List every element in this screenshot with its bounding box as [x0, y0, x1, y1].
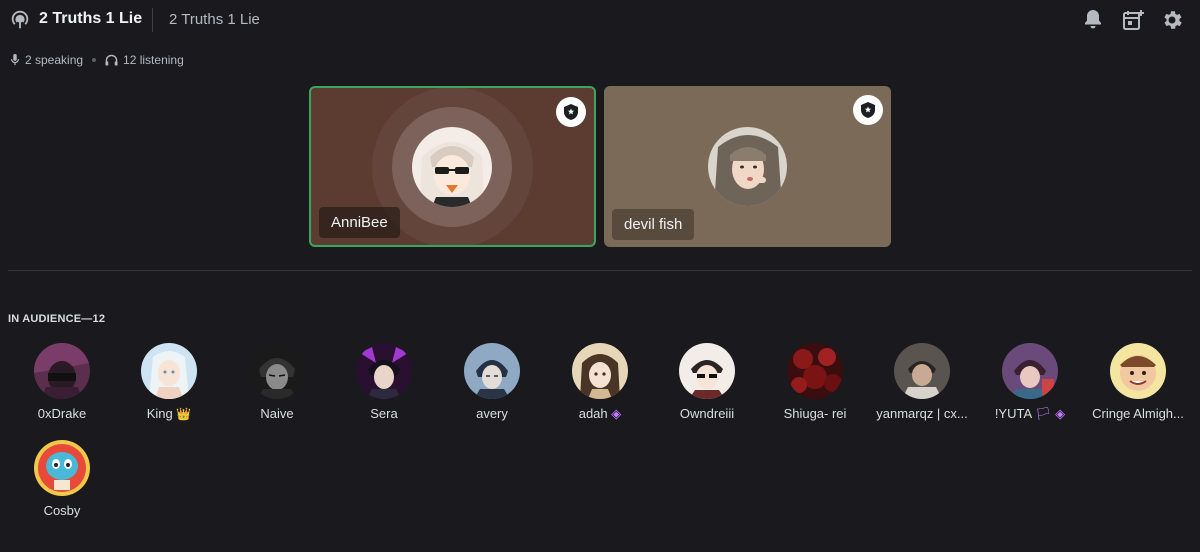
- avatar: [412, 127, 492, 207]
- stage-header: 2 Truths 1 Lie 2 Truths 1 Lie: [0, 0, 1200, 40]
- member-name: Owndreiii: [679, 406, 735, 421]
- audience-member-shiuga-rei[interactable]: Shiuga- rei: [761, 343, 869, 433]
- member-name: Cosby: [43, 503, 81, 518]
- speaker-name-tag: devil fish: [612, 209, 695, 240]
- gear-icon[interactable]: [1160, 8, 1184, 32]
- avatar: [894, 343, 950, 399]
- stage-channel-icon: [9, 9, 31, 31]
- event-add-icon[interactable]: [1121, 8, 1145, 32]
- speaking-count: 2 speaking: [25, 53, 84, 67]
- moderator-badge-icon: [556, 97, 586, 127]
- member-name: King: [146, 406, 173, 421]
- stage-topic: 2 Truths 1 Lie: [169, 11, 260, 28]
- avatar: [1110, 343, 1166, 399]
- flag-and-boost-icons: 🏳 ◈: [1035, 406, 1066, 421]
- speaker-tile-devil-fish[interactable]: devil fish: [604, 86, 891, 247]
- speaker-tile-annibee[interactable]: AnniBee: [309, 86, 596, 247]
- headphones-icon: [105, 54, 118, 66]
- audience-member-sera[interactable]: Sera: [330, 343, 438, 433]
- channel-title: 2 Truths 1 Lie: [39, 10, 143, 27]
- avatar: [708, 127, 787, 206]
- avatar: [356, 343, 412, 399]
- audience-member-naive[interactable]: Naive: [223, 343, 331, 433]
- member-name: Naive: [260, 406, 294, 421]
- moderator-badge-icon: [853, 95, 883, 125]
- member-name: Shiuga- rei: [783, 406, 847, 421]
- avatar: [572, 343, 628, 399]
- avatar: [34, 440, 90, 496]
- member-name: !YUTA: [994, 406, 1032, 421]
- separator-dot: [92, 58, 97, 62]
- audience-member-avery[interactable]: avery: [438, 343, 546, 433]
- bell-icon[interactable]: [1081, 8, 1105, 32]
- member-name: adah: [578, 406, 608, 421]
- member-name: 0xDrake: [37, 406, 87, 421]
- header-divider: [152, 8, 153, 32]
- member-name: Sera: [370, 406, 398, 421]
- section-divider: [8, 270, 1192, 271]
- avatar: [34, 343, 90, 399]
- stage-stats: 2 speaking 12 listening: [10, 53, 184, 67]
- audience-member-cosby[interactable]: Cosby: [8, 440, 116, 530]
- audience-member-king[interactable]: King 👑: [115, 343, 223, 433]
- avatar: [679, 343, 735, 399]
- listening-count: 12 listening: [123, 53, 184, 67]
- avatar: [1002, 343, 1058, 399]
- avatar: [464, 343, 520, 399]
- audience-member-owndreiii[interactable]: Owndreiii: [653, 343, 761, 433]
- member-name: yanmarqz | cx...: [876, 406, 968, 421]
- audience-member-adah[interactable]: adah ◈: [546, 343, 654, 433]
- microphone-icon: [10, 54, 20, 66]
- avatar: [141, 343, 197, 399]
- audience-member-cringe-almighty[interactable]: Cringe Almigh...: [1084, 343, 1192, 433]
- member-name: avery: [476, 406, 508, 421]
- nitro-boost-icon: ◈: [611, 406, 622, 421]
- audience-heading: IN AUDIENCE—12: [8, 313, 106, 325]
- speaker-name-tag: AnniBee: [319, 207, 400, 238]
- crown-icon: 👑: [176, 407, 192, 421]
- member-name: Cringe Almigh...: [1092, 406, 1184, 421]
- audience-member-yuta[interactable]: !YUTA 🏳 ◈: [976, 343, 1084, 433]
- audience-member-yanmarqz[interactable]: yanmarqz | cx...: [868, 343, 976, 433]
- avatar: [249, 343, 305, 399]
- audience-member-0xdrake[interactable]: 0xDrake: [8, 343, 116, 433]
- avatar: [787, 343, 843, 399]
